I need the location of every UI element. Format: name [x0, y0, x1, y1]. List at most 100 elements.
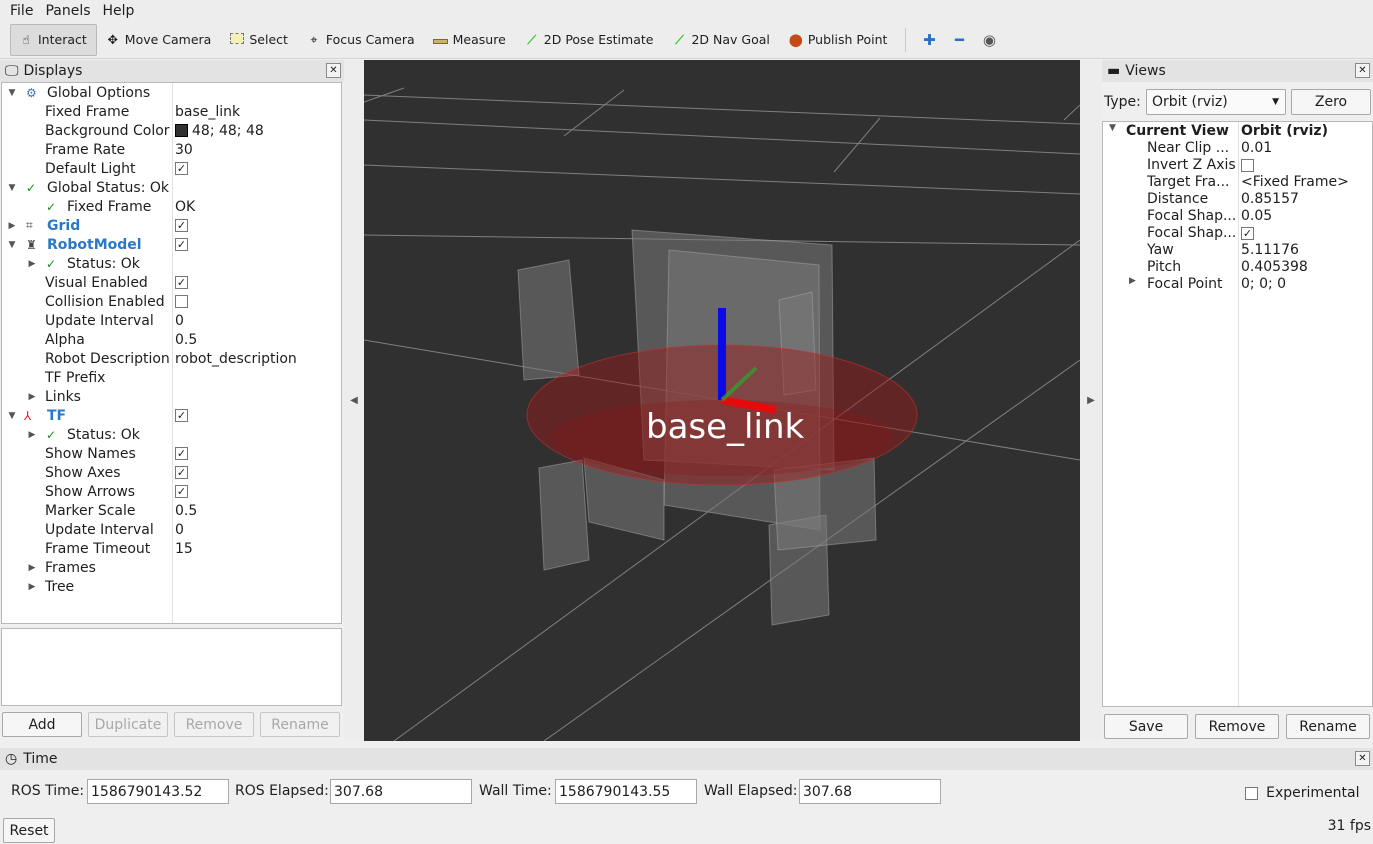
experimental-checkbox[interactable] [1245, 787, 1258, 800]
checkbox-checked[interactable]: ✓ [1241, 226, 1254, 240]
tool-interact[interactable]: ☝ Interact [10, 23, 97, 56]
tree-row-update-interval[interactable]: Update Interval 0 [2, 311, 341, 330]
tree-row-global-status[interactable]: ▼ ✓ Global Status: Ok [2, 178, 341, 197]
checkbox-checked[interactable]: ✓ [175, 219, 188, 232]
checkbox-checked[interactable]: ✓ [175, 409, 188, 422]
checkbox-checked[interactable]: ✓ [175, 276, 188, 289]
chevron-right-icon[interactable]: ▶ [7, 221, 17, 231]
row-value[interactable]: base_link [175, 104, 240, 120]
duplicate-button[interactable]: Duplicate [88, 712, 168, 737]
ros-elapsed-field[interactable]: 307.68 [330, 779, 472, 804]
chevron-down-icon[interactable]: ▼ [7, 240, 17, 250]
row-value[interactable]: 0; 0; 0 [1241, 276, 1286, 292]
rename-button[interactable]: Rename [260, 712, 340, 737]
checkbox-checked[interactable]: ✓ [175, 238, 188, 251]
tool-move-camera[interactable]: ✥ Move Camera [97, 24, 222, 56]
menu-file[interactable]: File [4, 3, 39, 19]
tree-row-invert-z[interactable]: Invert Z Axis [1103, 157, 1372, 174]
menu-panels[interactable]: Panels [39, 3, 96, 19]
tree-row-frames[interactable]: ▶ Frames [2, 558, 341, 577]
row-value[interactable]: 15 [175, 541, 193, 557]
row-value[interactable]: ✓ [175, 408, 188, 424]
chevron-down-icon[interactable]: ▼ [7, 411, 17, 421]
row-value[interactable]: ✓ [1241, 225, 1254, 241]
row-value[interactable]: ✓ [175, 446, 188, 462]
chevron-down-icon[interactable]: ▼ [7, 88, 17, 98]
tree-row-tf-status[interactable]: ▶ ✓ Status: Ok [2, 425, 341, 444]
tree-row-default-light[interactable]: Default Light ✓ [2, 159, 341, 178]
chevron-down-icon[interactable]: ▼ [1109, 123, 1116, 133]
color-swatch[interactable] [175, 123, 188, 137]
right-splitter-arrow-icon[interactable]: ▶ [1080, 60, 1102, 741]
checkbox-checked[interactable]: ✓ [175, 485, 188, 498]
reset-button[interactable]: Reset [3, 818, 55, 843]
row-value[interactable] [175, 294, 188, 310]
tree-row-yaw[interactable]: Yaw 5.11176 [1103, 242, 1372, 259]
row-value[interactable]: 5.11176 [1241, 242, 1299, 258]
tool-2d-pose-estimate[interactable]: ⟋ 2D Pose Estimate [516, 24, 664, 56]
close-icon[interactable]: ✕ [1355, 751, 1370, 766]
tree-row-fixed-frame[interactable]: Fixed Frame base_link [2, 102, 341, 121]
tree-row-show-axes[interactable]: Show Axes ✓ [2, 463, 341, 482]
menu-help[interactable]: Help [97, 3, 141, 19]
ros-time-field[interactable]: 1586790143.52 [87, 779, 229, 804]
tree-row-show-names[interactable]: Show Names ✓ [2, 444, 341, 463]
close-icon[interactable]: ✕ [1355, 63, 1370, 78]
save-button[interactable]: Save [1104, 714, 1188, 739]
add-button[interactable]: Add [2, 712, 82, 737]
wall-time-field[interactable]: 1586790143.55 [555, 779, 697, 804]
row-value[interactable]: robot_description [175, 351, 297, 367]
tree-row-frame-rate[interactable]: Frame Rate 30 [2, 140, 341, 159]
checkbox-checked[interactable]: ✓ [175, 162, 188, 175]
row-value[interactable]: ✓ [175, 161, 188, 177]
view-type-select[interactable]: Orbit (rviz) ▼ [1146, 89, 1286, 115]
tree-row-grid[interactable]: ▶ ⌗ Grid ✓ [2, 216, 341, 235]
row-value[interactable]: 0.85157 [1241, 191, 1299, 207]
checkbox-unchecked[interactable] [1241, 158, 1254, 172]
tree-row-collision-enabled[interactable]: Collision Enabled [2, 292, 341, 311]
tool-publish-point[interactable]: ⬤ Publish Point [780, 24, 898, 56]
row-value[interactable]: 0.5 [175, 503, 197, 519]
row-value[interactable]: ✓ [175, 218, 188, 234]
row-value[interactable] [1241, 157, 1254, 173]
row-value[interactable]: 0.05 [1241, 208, 1272, 224]
tree-row-robot-status[interactable]: ▶ ✓ Status: Ok [2, 254, 341, 273]
row-value[interactable]: 0.01 [1241, 140, 1272, 156]
tree-row-current-view[interactable]: ▼ Current View Orbit (rviz) [1103, 123, 1372, 140]
tree-row-tf-update-interval[interactable]: Update Interval 0 [2, 520, 341, 539]
add-tool-icon[interactable]: ✚ [914, 31, 944, 49]
tree-row-distance[interactable]: Distance 0.85157 [1103, 191, 1372, 208]
chevron-down-icon[interactable]: ▼ [7, 183, 17, 193]
chevron-right-icon[interactable]: ▶ [1129, 276, 1136, 286]
row-value[interactable]: ✓ [175, 237, 188, 253]
tree-row-focal-shape-fixed[interactable]: Focal Shap... ✓ [1103, 225, 1372, 242]
tree-row-robot-description[interactable]: Robot Description robot_description [2, 349, 341, 368]
tree-row-fixed-frame-status[interactable]: ✓ Fixed Frame OK [2, 197, 341, 216]
chevron-right-icon[interactable]: ▶ [27, 563, 37, 573]
row-value[interactable]: 48; 48; 48 [175, 123, 264, 139]
tree-row-links[interactable]: ▶ Links [2, 387, 341, 406]
left-splitter-arrow-icon[interactable]: ◀ [344, 60, 364, 741]
checkbox-unchecked[interactable] [175, 295, 188, 308]
wall-elapsed-field[interactable]: 307.68 [799, 779, 941, 804]
tree-row-pitch[interactable]: Pitch 0.405398 [1103, 259, 1372, 276]
zero-button[interactable]: Zero [1291, 89, 1371, 115]
close-icon[interactable]: ✕ [326, 63, 341, 78]
row-value[interactable]: 0 [175, 313, 184, 329]
chevron-right-icon[interactable]: ▶ [27, 430, 37, 440]
row-value[interactable]: ✓ [175, 465, 188, 481]
row-value[interactable]: 30 [175, 142, 193, 158]
row-value[interactable]: ✓ [175, 484, 188, 500]
tree-row-target-frame[interactable]: Target Fra... <Fixed Frame> [1103, 174, 1372, 191]
remove-view-button[interactable]: Remove [1195, 714, 1279, 739]
tree-row-near-clip[interactable]: Near Clip ... 0.01 [1103, 140, 1372, 157]
row-value[interactable]: <Fixed Frame> [1241, 174, 1349, 190]
tree-row-show-arrows[interactable]: Show Arrows ✓ [2, 482, 341, 501]
remove-button[interactable]: Remove [174, 712, 254, 737]
row-value[interactable]: 0.405398 [1241, 259, 1308, 275]
tree-row-global-options[interactable]: ▼ ⚙ Global Options [2, 83, 341, 102]
tree-row-visual-enabled[interactable]: Visual Enabled ✓ [2, 273, 341, 292]
tool-focus-camera[interactable]: ⌖ Focus Camera [298, 24, 425, 56]
tree-row-marker-scale[interactable]: Marker Scale 0.5 [2, 501, 341, 520]
tool-measure[interactable]: Measure [425, 24, 516, 56]
